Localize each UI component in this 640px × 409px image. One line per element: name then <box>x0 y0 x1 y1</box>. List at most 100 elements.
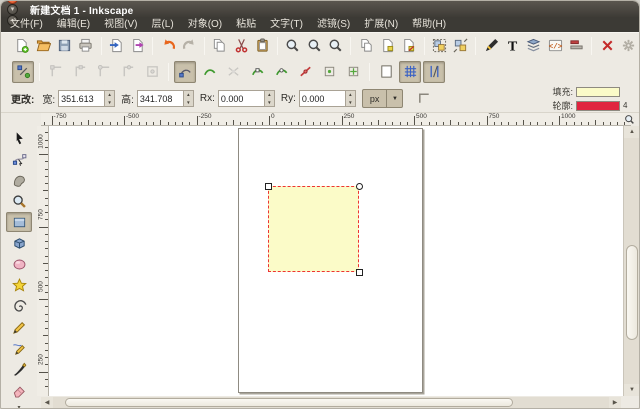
snap-bbox-corner-icon[interactable] <box>93 61 115 83</box>
rx-field-stepper[interactable]: ▲▼ <box>264 90 275 107</box>
menu-item-8[interactable]: 扩展(N) <box>357 17 405 32</box>
new-document-icon[interactable] <box>12 35 31 57</box>
save-document-icon[interactable] <box>55 35 74 57</box>
canvas[interactable] <box>49 126 623 396</box>
menu-item-9[interactable]: 帮助(H) <box>405 17 453 32</box>
menu-item-3[interactable]: 层(L) <box>144 17 180 32</box>
close-button[interactable]: × <box>7 0 18 4</box>
snap-bbox-edge-mid-icon[interactable] <box>117 61 139 83</box>
vertical-ruler[interactable]: 1000750500250 <box>37 126 49 396</box>
undo-icon[interactable] <box>158 35 177 57</box>
menu-item-1[interactable]: 编辑(E) <box>50 17 97 32</box>
fill-swatch[interactable] <box>576 87 620 97</box>
resize-handle-top-left[interactable] <box>265 183 272 190</box>
zoom-selection-icon[interactable] <box>326 35 345 57</box>
scroll-right-icon[interactable]: ▶ <box>609 397 621 408</box>
spiral-tool-icon[interactable] <box>6 296 32 316</box>
duplicate-icon[interactable] <box>356 35 375 57</box>
zoom-drawing-icon[interactable] <box>283 35 302 57</box>
menu-item-0[interactable]: 文件(F) <box>3 17 50 32</box>
sharp-corners-button[interactable] <box>413 88 435 110</box>
create-clone-icon[interactable] <box>378 35 397 57</box>
unit-button[interactable]: px <box>362 89 388 108</box>
delete-x-icon[interactable] <box>597 35 616 57</box>
eraser-tool-icon[interactable] <box>6 380 32 400</box>
star-tool-icon[interactable] <box>6 275 32 295</box>
copy-icon[interactable] <box>210 35 229 57</box>
pen-tool-icon[interactable] <box>6 338 32 358</box>
snap-master-icon[interactable] <box>12 61 34 83</box>
group-objects-icon[interactable] <box>430 35 449 57</box>
snap-line-midpoint-icon[interactable] <box>294 61 316 83</box>
snap-bbox-icon[interactable] <box>45 61 67 83</box>
unlink-clone-icon[interactable] <box>399 35 418 57</box>
paste-icon[interactable] <box>253 35 272 57</box>
minimize-button[interactable]: ▾ <box>7 4 18 15</box>
menu-item-6[interactable]: 文字(T) <box>263 17 310 32</box>
text-dialog-icon[interactable]: T <box>503 35 522 57</box>
snap-path-icon[interactable] <box>198 61 220 83</box>
menu-item-7[interactable]: 滤镜(S) <box>310 17 357 32</box>
ry-field-stepper[interactable]: ▲▼ <box>345 90 356 107</box>
box3d-tool-icon[interactable] <box>6 233 32 253</box>
scroll-left-icon[interactable]: ◀ <box>41 397 53 408</box>
node-tool-icon[interactable] <box>6 149 32 169</box>
selector-tool-icon[interactable] <box>6 128 32 148</box>
open-folder-icon[interactable] <box>33 35 52 57</box>
zoom-tool-icon[interactable] <box>6 191 32 211</box>
ruler-label: 500 <box>416 113 427 120</box>
xml-editor-icon[interactable]: </> <box>546 35 565 57</box>
radius-handle-top-right[interactable] <box>356 183 363 190</box>
unit-dropdown-button[interactable]: ▼ <box>387 89 403 108</box>
titlebar[interactable]: ×▾▪ 新建文档 1 - Inkscape <box>1 1 639 17</box>
align-dialog-icon[interactable] <box>567 35 586 57</box>
guides-icon[interactable] <box>423 61 445 83</box>
drawn-rectangle[interactable] <box>268 186 359 272</box>
calligraphy-tool-icon[interactable] <box>6 359 32 379</box>
snap-path-intersection-icon[interactable] <box>222 61 244 83</box>
horizontal-ruler[interactable]: -750-500-25002505007501000 <box>41 113 631 126</box>
menu-item-2[interactable]: 视图(V) <box>97 17 144 32</box>
cut-icon[interactable] <box>232 35 251 57</box>
rx-field-input[interactable] <box>218 90 264 107</box>
height-field-stepper[interactable]: ▲▼ <box>183 90 194 107</box>
zoom-corner-icon[interactable] <box>621 113 637 126</box>
ungroup-objects-icon[interactable] <box>451 35 470 57</box>
menu-item-4[interactable]: 对象(O) <box>181 17 229 32</box>
export-icon[interactable] <box>128 35 147 57</box>
snap-node-smooth-icon[interactable] <box>270 61 292 83</box>
resize-handle-bottom-right[interactable] <box>356 269 363 276</box>
toolbox-overflow-icon[interactable]: ▾ <box>6 401 32 409</box>
snap-object-midpoint-icon[interactable] <box>318 61 340 83</box>
layers-dialog-icon[interactable] <box>524 35 543 57</box>
tweak-tool-icon[interactable] <box>6 170 32 190</box>
vertical-scrollbar[interactable]: ▲ ▼ <box>623 126 640 396</box>
vertical-scroll-thumb[interactable] <box>626 245 638 340</box>
menu-item-5[interactable]: 粘贴 <box>229 17 263 32</box>
snap-node-cusp-icon[interactable] <box>246 61 268 83</box>
snap-rotation-center-icon[interactable] <box>342 61 364 83</box>
preferences-gear-icon[interactable] <box>619 35 638 57</box>
horizontal-scrollbar[interactable]: ◀ ▶ <box>41 397 621 408</box>
print-icon[interactable] <box>76 35 95 57</box>
stroke-swatch[interactable] <box>576 101 620 111</box>
zoom-page-icon[interactable] <box>305 35 324 57</box>
horizontal-scroll-thumb[interactable] <box>65 398 513 407</box>
import-icon[interactable] <box>107 35 126 57</box>
height-field-input[interactable] <box>137 90 183 107</box>
snap-page-border-icon[interactable] <box>375 61 397 83</box>
snap-bbox-center-icon[interactable] <box>141 61 163 83</box>
scroll-up-icon[interactable]: ▲ <box>624 126 640 138</box>
redo-icon[interactable] <box>180 35 199 57</box>
snap-node-icon[interactable] <box>174 61 196 83</box>
scroll-down-icon[interactable]: ▼ <box>624 384 640 396</box>
pencil-tool-icon[interactable] <box>6 317 32 337</box>
fill-stroke-dialog-icon[interactable] <box>481 35 500 57</box>
ellipse-tool-icon[interactable] <box>6 254 32 274</box>
width-field-input[interactable] <box>58 90 104 107</box>
rectangle-tool-icon[interactable] <box>6 212 32 232</box>
snap-bbox-edge-icon[interactable] <box>69 61 91 83</box>
ry-field-input[interactable] <box>299 90 345 107</box>
width-field-stepper[interactable]: ▲▼ <box>104 90 115 107</box>
grid-icon[interactable] <box>399 61 421 83</box>
